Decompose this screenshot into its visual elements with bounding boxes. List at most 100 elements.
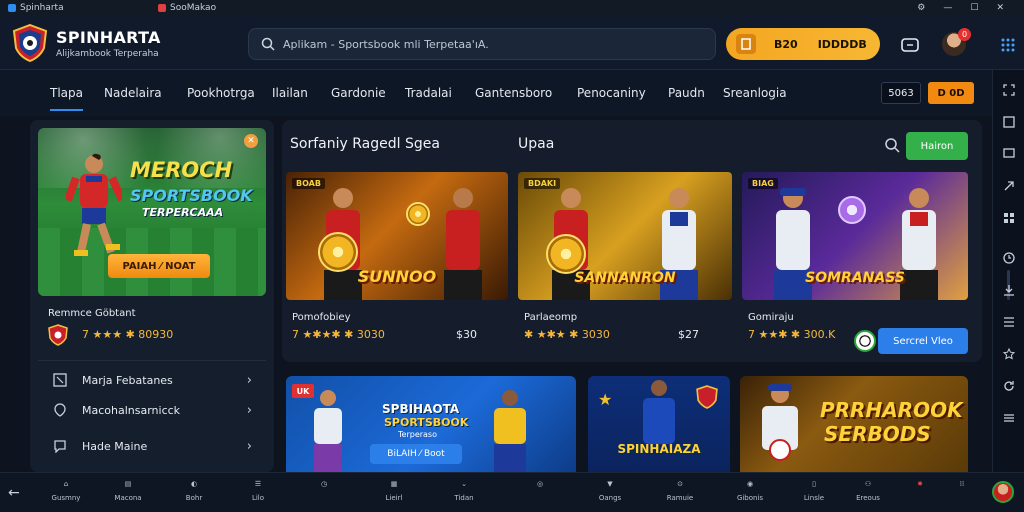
clock-icon[interactable] <box>1001 250 1017 266</box>
nav-item[interactable]: Gantensboro <box>475 86 552 100</box>
banner-title: PRRHAROOK <box>820 398 963 422</box>
promo-cta-button[interactable]: PAIAH ⁄ NOAT <box>108 254 210 278</box>
banner-title: SPBIHAOTA <box>382 402 460 416</box>
apps-grid-icon[interactable] <box>998 35 1018 55</box>
settings-icon[interactable]: ⚙ <box>917 3 925 13</box>
chevron-right-icon: › <box>246 438 252 454</box>
nav-item[interactable]: Ilailan <box>272 86 308 100</box>
special-view-button[interactable]: Sercrel Vleo <box>878 328 968 354</box>
nav-item[interactable]: Tradalai <box>405 86 452 100</box>
nav-item[interactable]: Gardonie <box>331 86 386 100</box>
search-input[interactable] <box>283 37 703 51</box>
browser-tab-soomakao[interactable]: SooMakao <box>150 0 224 16</box>
menu-item-3[interactable]: Hade Maine › <box>52 434 252 458</box>
expand-icon[interactable] <box>1001 82 1017 98</box>
banner-spinharta[interactable]: ★ SPINHAIAZA <box>588 376 730 472</box>
coin-icon <box>318 232 358 272</box>
game-card-2[interactable]: BDAKI SANNANRON <box>518 172 732 300</box>
promo-close-icon[interactable]: ✕ <box>244 134 258 148</box>
star-icon[interactable] <box>1001 346 1017 362</box>
menu-item-1[interactable]: Marja Febatanes › <box>52 368 252 392</box>
toolbar-item[interactable]: ⚇ Ereous <box>848 477 888 509</box>
category-nav: Tlapa Nadelaira Pookhotrga Ilailan Gardo… <box>0 70 992 116</box>
toolbar-item[interactable]: ⌂ Gusmny <box>46 477 86 509</box>
back-arrow-icon[interactable]: ← <box>8 485 20 501</box>
card-tag: BOAB <box>292 178 325 189</box>
nav-item[interactable]: Nadelaira <box>104 86 162 100</box>
toolbar-item[interactable]: ⁞⁞ <box>942 477 982 509</box>
os-tab-strip: Spinharta SooMakao ⚙ — ☐ ✕ <box>0 0 1024 16</box>
profile-avatar[interactable] <box>992 481 1014 503</box>
nav-item[interactable]: Paudn <box>668 86 705 100</box>
nav-item[interactable]: Tlapa <box>50 86 83 111</box>
wallet-button[interactable]: B20 IDDDDB <box>726 28 880 60</box>
menu-item-2[interactable]: Macohalnsarnicck › <box>52 398 252 422</box>
toolbar-item[interactable]: ▯ Linsle <box>794 477 834 509</box>
search-icon[interactable] <box>884 137 900 153</box>
shield-badge-icon <box>696 385 718 409</box>
card-rating: 7 ★✱★✱ ✱ 3030 <box>292 328 385 341</box>
chevron-right-icon: › <box>246 402 252 418</box>
card-label: SANNANRON <box>574 270 676 286</box>
list-icon[interactable] <box>1001 314 1017 330</box>
close-icon[interactable]: ✕ <box>996 3 1004 13</box>
phone-icon: ▯ <box>812 480 816 488</box>
toolbar-item[interactable]: ◎ <box>520 477 560 509</box>
share-icon[interactable] <box>1001 178 1017 194</box>
search-bar[interactable] <box>248 28 716 60</box>
messages-icon[interactable] <box>900 35 920 55</box>
download-icon[interactable] <box>1001 282 1017 298</box>
player-figure <box>314 390 342 472</box>
banner-sportsbook[interactable]: UK SPBIHAOTA SPORTSBOOK Terperaso BiLAIH… <box>286 376 576 472</box>
brand-shield-logo[interactable] <box>12 24 48 62</box>
deposit-pill[interactable]: D 0D <box>928 82 974 104</box>
orb-icon <box>838 196 866 224</box>
toolbar-item[interactable]: ▦ Lieirl <box>374 477 414 509</box>
card-rating: ✱ ★✱★ ✱ 3030 <box>524 328 610 341</box>
green-action-button[interactable]: Hairon <box>906 132 968 160</box>
banner-parhabook[interactable]: PRRHAROOK SERBODS <box>740 376 968 472</box>
left-panel: MEROCH SPORTSBOOK TERPERCAAA PAIAH ⁄ NOA… <box>30 120 274 472</box>
globe-icon: ◎ <box>536 480 544 488</box>
card-label: SUNNOO <box>357 267 437 286</box>
nav-item[interactable]: Penocaniny <box>577 86 646 100</box>
search-icon <box>261 37 275 51</box>
toolbar-item[interactable]: ⌄ Tidan <box>444 477 484 509</box>
toolbar-item[interactable]: ◐ Bohr <box>174 477 214 509</box>
toolbar-item[interactable]: ▤ Macona <box>108 477 148 509</box>
toolbar-label: Tidan <box>454 494 474 502</box>
promo-banner[interactable]: MEROCH SPORTSBOOK TERPERCAAA PAIAH ⁄ NOA… <box>38 128 266 296</box>
edit-icon[interactable] <box>1001 114 1017 130</box>
chat-icon[interactable] <box>1001 146 1017 162</box>
main-content: Sorfaniy Ragedl Sgea Upaa Hairon BOAB SU… <box>282 120 982 362</box>
shield-badge-icon <box>48 324 68 346</box>
browser-tab-spinharta[interactable]: Spinharta <box>0 0 150 16</box>
player-figure <box>762 384 798 461</box>
menu-icon[interactable] <box>1001 410 1017 426</box>
toolbar-item[interactable]: ✸ <box>900 477 940 509</box>
toolbar-item[interactable]: ◷ <box>304 477 344 509</box>
promo-code-pill[interactable]: 5063 <box>881 82 921 104</box>
site-header: SPINHARTA Alijkambook Terperaha B20 IDDD… <box>0 16 1024 70</box>
refresh-icon[interactable] <box>1001 378 1017 394</box>
nav-item[interactable]: Pookhotrga <box>187 86 255 100</box>
home-icon: ⌂ <box>63 480 69 488</box>
game-card-3[interactable]: BIAG SOMRANASS <box>742 172 968 300</box>
tab-title: SooMakao <box>170 3 217 13</box>
target-icon: ⊙ <box>677 480 683 488</box>
game-card-1[interactable]: BOAB SUNNOO <box>286 172 508 300</box>
toolbar-item[interactable]: ◉ Gibonis <box>730 477 770 509</box>
card-rating: 7 ★★✱ ✱ 300.K <box>748 328 836 341</box>
maximize-icon[interactable]: ☐ <box>970 3 978 13</box>
grid-icon[interactable] <box>1001 210 1017 226</box>
banner-cta-button[interactable]: BiLAIH ⁄ Boot <box>370 444 462 464</box>
section-title-secondary: Upaa <box>518 136 555 152</box>
toolbar-item[interactable]: ⊙ Ramuie <box>660 477 700 509</box>
player-figure <box>494 390 526 472</box>
nav-item[interactable]: Sreanlogia <box>723 86 787 100</box>
toolbar-item[interactable]: ☰ Lilo <box>238 477 278 509</box>
bottom-toolbar: ← ⌂ Gusmny ▤ Macona ◐ Bohr ☰ Lilo ◷ ▦ Lieirl … <box>0 472 1024 512</box>
toolbar-label: Ereous <box>856 494 880 502</box>
toolbar-item[interactable]: ▼ Oangs <box>590 477 630 509</box>
minimize-icon[interactable]: — <box>943 3 952 13</box>
